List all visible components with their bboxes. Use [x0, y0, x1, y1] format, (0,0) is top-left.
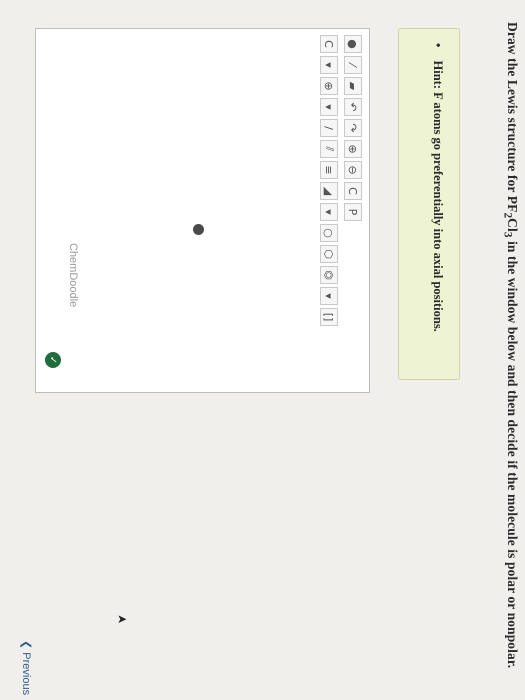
single-bond-icon[interactable]: /: [320, 119, 338, 137]
chemdoodle-sketcher[interactable]: ● ⁄ ▰ ↶ ↷ ⊕ ⊖ C P C ▾ ⊕ ▾ / ⫽ ≡ ◢ ▾ ○ ⬡ ⏣ ▾[] ChemDoodle ✓: [35, 28, 370, 393]
carbon-icon[interactable]: C: [320, 35, 338, 53]
mouse-cursor-icon: ➤: [116, 612, 128, 627]
hexagon-icon[interactable]: ⬡: [320, 245, 338, 263]
previous-label: Previous: [20, 652, 32, 696]
dropdown-icon[interactable]: ▾: [320, 56, 338, 74]
question-part: in the window below and then decide if t…: [505, 237, 520, 669]
question-part: Draw the Lewis structure for PF: [505, 22, 520, 213]
undo-icon[interactable]: ↶: [344, 98, 362, 116]
dropdown-icon[interactable]: ▾: [320, 287, 338, 305]
question-part: Cl: [505, 218, 520, 232]
chemdoodle-watermark: ChemDoodle: [67, 243, 79, 308]
toolbar-row-1: ● ⁄ ▰ ↶ ↷ ⊕ ⊖ C P: [343, 35, 363, 221]
hint-text: Hint: F atoms go preferentially into axi…: [431, 60, 445, 332]
text-p-icon[interactable]: P: [344, 203, 362, 221]
wedge-bond-icon[interactable]: ◢: [320, 182, 338, 200]
chevron-left-icon: ❮: [20, 640, 32, 650]
question-text: Draw the Lewis structure for PF2Cl3 in t…: [501, 22, 520, 682]
zoom-in-icon[interactable]: ⊕: [344, 140, 362, 158]
dropdown-icon[interactable]: ▾: [320, 203, 338, 221]
page: Draw the Lewis structure for PF2Cl3 in t…: [0, 0, 525, 700]
bond-icon[interactable]: ⁄: [344, 56, 362, 74]
hint-line: • Hint: F atoms go preferentially into a…: [430, 43, 445, 332]
redo-icon[interactable]: ↷: [344, 119, 362, 137]
text-c-icon[interactable]: C: [344, 182, 362, 200]
benzene-icon[interactable]: ⏣: [320, 266, 338, 284]
toolbar-row-2: C ▾ ⊕ ▾ / ⫽ ≡ ◢ ▾ ○ ⬡ ⏣ ▾ []: [319, 35, 339, 326]
charge-icon[interactable]: ⊕: [320, 77, 338, 95]
wedge-icon[interactable]: ▰: [344, 77, 362, 95]
hint-box: • Hint: F atoms go preferentially into a…: [398, 28, 460, 380]
triple-bond-icon[interactable]: ≡: [320, 161, 338, 179]
zoom-out-icon[interactable]: ⊖: [344, 161, 362, 179]
ring-icon[interactable]: ○: [320, 224, 338, 242]
double-bond-icon[interactable]: ⫽: [320, 140, 338, 158]
atom-color-icon[interactable]: ●: [344, 35, 362, 53]
bracket-icon[interactable]: []: [320, 308, 338, 326]
previous-link[interactable]: ❮ Previous: [20, 640, 33, 695]
atom-dot[interactable]: [193, 224, 204, 235]
bullet: •: [431, 43, 445, 48]
dropdown-icon[interactable]: ▾: [320, 98, 338, 116]
check-icon[interactable]: ✓: [45, 352, 61, 368]
